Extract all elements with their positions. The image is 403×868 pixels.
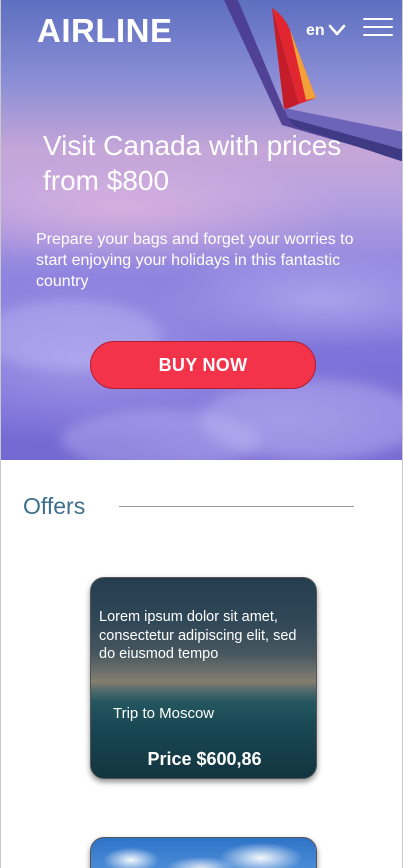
airline-logo[interactable]: AIRLINE [37,12,173,50]
offer-description: Lorem ipsum dolor sit amet, consectetur … [99,609,297,662]
offer-trip-name: Trip to Moscow [113,705,215,722]
page: AIRLINE en Visit Canada with prices from… [0,0,403,868]
hero-banner: AIRLINE en Visit Canada with prices from… [1,0,402,460]
language-selector[interactable]: en [306,22,346,40]
offer-card[interactable] [90,837,317,868]
offers-heading: Offers [23,493,86,519]
offer-price: Price $600,86 [147,749,262,769]
language-label: en [306,22,325,39]
buy-now-button[interactable]: BUY NOW [90,341,316,389]
offers-divider [119,506,354,507]
hero-title: Visit Canada with prices from $800 [43,130,342,196]
hero-subtitle: Prepare your bags and forget your worrie… [36,231,354,290]
hamburger-menu-icon[interactable] [363,18,393,38]
chevron-down-icon [328,24,345,36]
offer-card[interactable]: Lorem ipsum dolor sit amet, consectetur … [90,577,317,779]
